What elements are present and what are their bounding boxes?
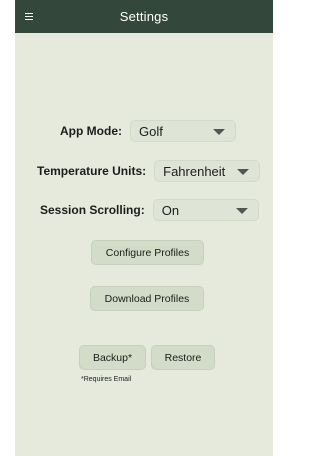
- top-app-bar: Settings: [15, 0, 273, 33]
- page-title: Settings: [119, 9, 169, 24]
- configure-profiles-button[interactable]: Configure Profiles: [91, 240, 204, 265]
- temperature-units-value: Fahrenheit: [163, 163, 226, 179]
- session-scrolling-value: On: [161, 202, 180, 218]
- session-scrolling-label: Session Scrolling:: [40, 203, 145, 217]
- chevron-down-icon: [235, 208, 248, 214]
- temperature-units-row: Temperature Units: Fahrenheit: [37, 160, 261, 182]
- app-mode-value: Golf: [139, 123, 163, 139]
- temperature-units-select[interactable]: Fahrenheit: [154, 160, 261, 182]
- session-scrolling-select[interactable]: On: [152, 199, 259, 221]
- temperature-units-label: Temperature Units:: [37, 164, 147, 178]
- restore-button[interactable]: Restore: [151, 345, 215, 370]
- session-scrolling-row: Session Scrolling: On: [40, 199, 259, 221]
- app-mode-label: App Mode:: [60, 124, 122, 138]
- chevron-down-icon: [237, 169, 250, 175]
- requires-email-note: *Requires Email: [81, 376, 132, 383]
- chevron-down-icon: [213, 129, 225, 135]
- backup-button[interactable]: Backup*: [79, 345, 146, 370]
- app-mode-row: App Mode: Golf: [60, 120, 236, 142]
- settings-screen: Settings App Mode: Golf Temperature Unit…: [15, 0, 273, 456]
- app-mode-select[interactable]: Golf: [130, 120, 236, 142]
- phone-frame: Settings App Mode: Golf Temperature Unit…: [0, 0, 286, 456]
- download-profiles-button[interactable]: Download Profiles: [90, 286, 204, 311]
